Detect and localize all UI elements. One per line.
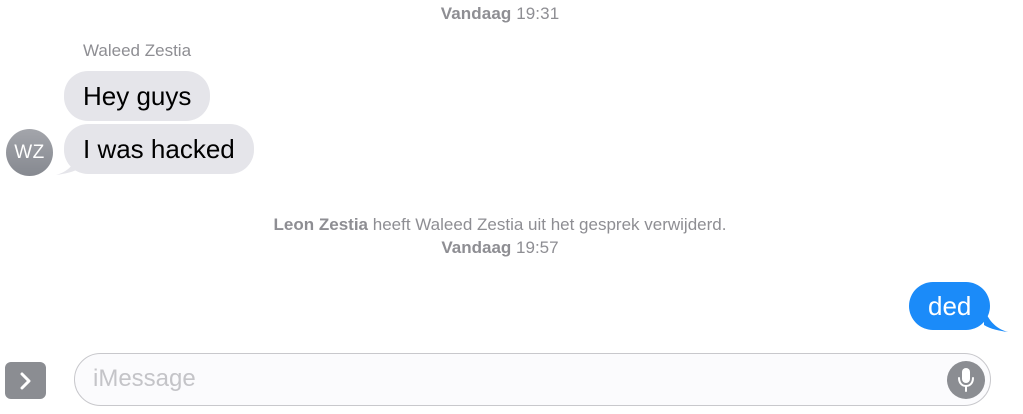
timestamp-time: 19:57 xyxy=(516,238,559,257)
timestamp-time: 19:31 xyxy=(516,4,560,23)
system-notice-line: Leon Zestia heeft Waleed Zestia uit het … xyxy=(0,213,1000,236)
avatar[interactable]: WZ xyxy=(6,129,53,176)
chevron-right-icon xyxy=(20,372,30,389)
outgoing-bubble-tail xyxy=(984,305,1008,332)
system-notice-text: heeft Waleed Zestia uit het gesprek verw… xyxy=(372,215,727,234)
dictation-button[interactable] xyxy=(947,361,985,399)
message-input-container[interactable] xyxy=(74,353,991,406)
system-notice: Leon Zestia heeft Waleed Zestia uit het … xyxy=(0,213,1000,259)
timestamp-day: Vandaag xyxy=(441,238,512,257)
timestamp: Vandaag 19:31 xyxy=(0,4,1000,24)
apps-button[interactable] xyxy=(5,362,46,399)
message-input[interactable] xyxy=(93,354,923,404)
incoming-message-bubble[interactable]: Hey guys xyxy=(64,71,211,121)
microphone-icon xyxy=(958,368,974,392)
incoming-bubble-tail xyxy=(56,148,80,175)
sender-name: Waleed Zestia xyxy=(83,41,192,60)
timestamp: Vandaag 19:57 xyxy=(0,236,1000,259)
outgoing-message-bubble[interactable]: ded xyxy=(909,282,991,330)
system-notice-actor: Leon Zestia xyxy=(273,215,368,234)
incoming-message-bubble[interactable]: I was hacked xyxy=(64,124,254,174)
timestamp-day: Vandaag xyxy=(440,4,512,23)
